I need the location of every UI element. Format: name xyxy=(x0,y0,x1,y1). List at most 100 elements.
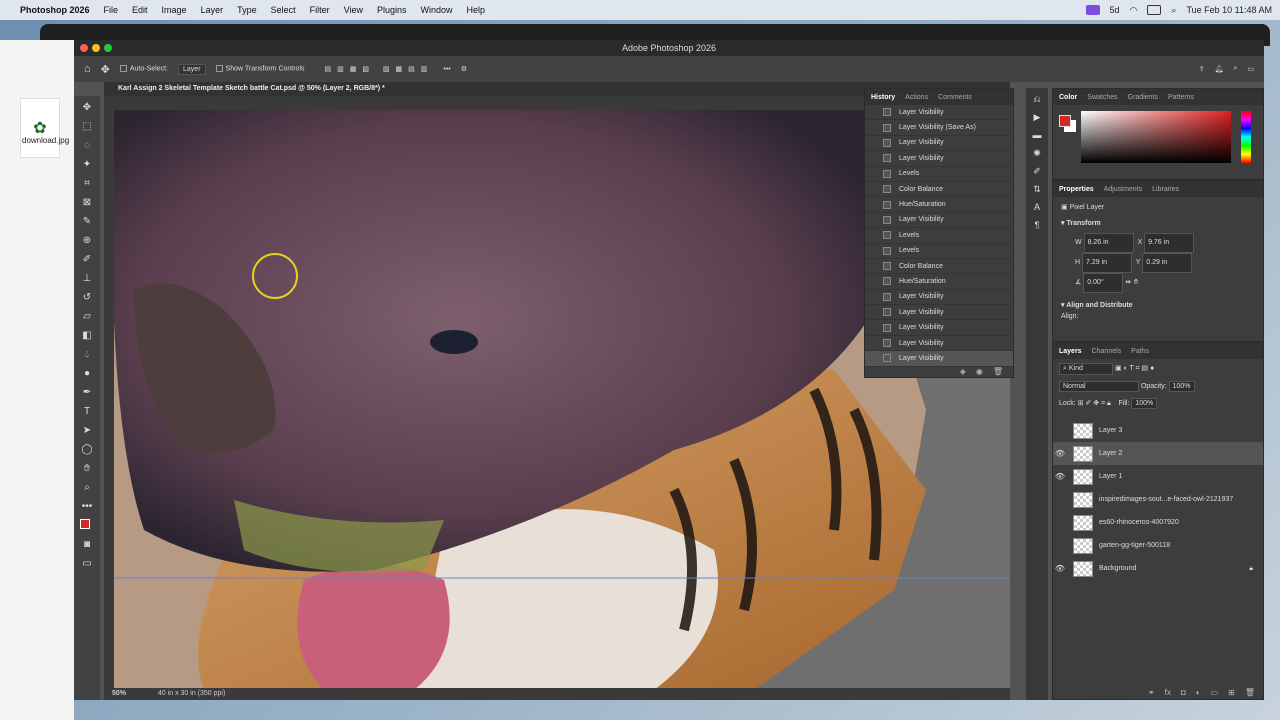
search-icon[interactable]: ⌕ xyxy=(1233,65,1237,73)
delete-layer-icon[interactable]: 🗑︎ xyxy=(1245,688,1255,697)
align-distribute-heading[interactable]: ▾ Align and Distribute xyxy=(1061,301,1255,309)
link-layers-icon[interactable]: ⚭ xyxy=(1148,688,1155,697)
object-select-tool-icon[interactable]: ✦ xyxy=(80,158,94,172)
share-icon[interactable]: ⇪ xyxy=(1199,65,1205,73)
menu-view[interactable]: View xyxy=(344,5,363,15)
close-window-button[interactable] xyxy=(80,44,88,52)
pen-tool-icon[interactable]: ✒ xyxy=(80,386,94,400)
auto-select-dropdown[interactable]: Layer xyxy=(178,63,206,75)
color-field[interactable] xyxy=(1081,111,1231,163)
brush-tool-icon[interactable]: ✐ xyxy=(80,253,94,267)
path-select-icon[interactable]: ➤ xyxy=(80,424,94,438)
marquee-tool-icon[interactable]: ⬚ xyxy=(80,120,94,134)
clone-stamp-icon[interactable]: ⊥ xyxy=(80,272,94,286)
history-item[interactable]: Color Balance xyxy=(865,259,1013,275)
clock[interactable]: Tue Feb 10 11:48 AM xyxy=(1186,5,1272,15)
history-item[interactable]: Layer Visibility xyxy=(865,305,1013,321)
y-field[interactable]: 0.29 in xyxy=(1142,253,1193,273)
screen-mode-icon[interactable]: ▭ xyxy=(80,557,94,571)
search-spotlight-icon[interactable]: ⌕ xyxy=(1171,5,1176,16)
notification-bell-icon[interactable]: 🔔︎ xyxy=(1215,65,1224,73)
lock-icons[interactable]: ⊞ ✐ ✥ ⌗ 🔒︎ xyxy=(1078,400,1111,407)
comments-icon[interactable]: ▬ xyxy=(1030,130,1044,142)
angle-field[interactable]: 0.00° xyxy=(1083,273,1124,293)
menu-window[interactable]: Window xyxy=(421,5,453,15)
more-options-icon[interactable]: ••• xyxy=(443,66,450,73)
transform-heading[interactable]: ▾ Transform xyxy=(1061,219,1255,227)
history-item[interactable]: Layer Visibility (Save As) xyxy=(865,120,1013,136)
crop-tool-icon[interactable]: ⌗ xyxy=(80,177,94,191)
adjustment-layer-icon[interactable]: ◐ xyxy=(1196,688,1201,697)
brush-settings-icon[interactable]: ✐ xyxy=(1030,166,1044,178)
menu-image[interactable]: Image xyxy=(162,5,187,15)
show-transform-checkbox[interactable] xyxy=(215,65,223,73)
zoom-window-button[interactable] xyxy=(104,44,112,52)
menu-plugins[interactable]: Plugins xyxy=(377,5,407,15)
menu-help[interactable]: Help xyxy=(467,5,486,15)
blend-mode-dropdown[interactable]: Normal xyxy=(1059,381,1139,392)
history-item[interactable]: Hue/Saturation xyxy=(865,197,1013,213)
kind-filter-dropdown[interactable]: ⌕ Kind xyxy=(1059,363,1113,375)
adjust-icon[interactable]: ⇅ xyxy=(1030,184,1044,196)
history-item[interactable]: Layer Visibility xyxy=(865,105,1013,121)
auto-select-checkbox[interactable] xyxy=(119,65,127,73)
zoom-level[interactable]: 50% xyxy=(112,690,126,697)
flip-horizontal-icon[interactable]: ⇹ xyxy=(1125,279,1131,286)
menu-edit[interactable]: Edit xyxy=(132,5,148,15)
more-tools-icon[interactable]: ••• xyxy=(80,500,94,514)
history-item[interactable]: Layer Visibility xyxy=(865,351,1013,367)
trash-icon[interactable]: 🗑︎ xyxy=(993,367,1003,381)
move-tool-icon[interactable]: ✥ xyxy=(101,63,110,76)
blur-tool-icon[interactable]: 💧︎ xyxy=(80,348,94,362)
color-swatches[interactable] xyxy=(80,519,95,534)
menu-layer[interactable]: Layer xyxy=(201,5,224,15)
gradient-tool-icon[interactable]: ◧ xyxy=(80,329,94,343)
fill-field[interactable]: 100% xyxy=(1131,398,1158,409)
new-snapshot-icon[interactable]: ◈ xyxy=(960,367,966,381)
eyedropper-tool-icon[interactable]: ✎ xyxy=(80,215,94,229)
align-icons[interactable]: ▤▥▦▧ ▨▩▤▥ xyxy=(325,65,434,73)
visibility-eye-icon[interactable]: 👁︎ xyxy=(1053,472,1067,481)
menu-file[interactable]: File xyxy=(104,5,119,15)
width-field[interactable]: 8.26 in xyxy=(1083,233,1134,253)
healing-brush-icon[interactable]: ⊕ xyxy=(80,234,94,248)
tab-gradients[interactable]: Gradients xyxy=(1128,94,1158,101)
history-item[interactable]: Levels xyxy=(865,228,1013,244)
color-panel-fg-swatch[interactable] xyxy=(1059,115,1071,127)
history-item[interactable]: Layer Visibility xyxy=(865,336,1013,352)
menu-select[interactable]: Select xyxy=(271,5,296,15)
frame-tool-icon[interactable]: ⊠ xyxy=(80,196,94,210)
tab-paths[interactable]: Paths xyxy=(1131,348,1149,355)
lasso-tool-icon[interactable]: ◌ xyxy=(80,139,94,153)
layer-row[interactable]: 👁︎ Layer 1 xyxy=(1053,465,1263,488)
hue-slider[interactable] xyxy=(1241,111,1251,163)
workspace-icon[interactable]: ▭ xyxy=(1247,65,1254,73)
ellipse-tool-icon[interactable]: ◯ xyxy=(80,443,94,457)
layer-row[interactable]: 👁︎ Layer 2 xyxy=(1053,442,1263,465)
new-layer-icon[interactable]: ⊞ xyxy=(1228,688,1235,697)
flip-vertical-icon[interactable]: ⤊ xyxy=(1133,279,1139,286)
download-label[interactable]: download.jpg xyxy=(22,136,69,145)
history-item[interactable]: Layer Visibility xyxy=(865,213,1013,229)
history-brush-icon[interactable]: ↺ xyxy=(80,291,94,305)
history-item[interactable]: Color Balance xyxy=(865,182,1013,198)
add-mask-icon[interactable]: ◘ xyxy=(1181,688,1186,697)
sun-icon[interactable]: ✺ xyxy=(1030,148,1044,160)
new-group-icon[interactable]: ▭ xyxy=(1211,688,1219,697)
tab-history[interactable]: History xyxy=(871,94,895,101)
zoom-tool-icon[interactable]: ⌕ xyxy=(80,481,94,495)
quick-mask-icon[interactable]: ◙ xyxy=(80,538,94,552)
opacity-field[interactable]: 100% xyxy=(1168,381,1195,392)
countdown-text[interactable]: 5d xyxy=(1110,5,1120,15)
tab-adjustments[interactable]: Adjustments xyxy=(1104,186,1143,193)
layer-row[interactable]: es60-rhinoceros-4007920 xyxy=(1053,511,1263,534)
tab-layers[interactable]: Layers xyxy=(1059,348,1082,355)
screen-record-icon[interactable] xyxy=(1085,5,1100,15)
dodge-tool-icon[interactable]: ● xyxy=(80,367,94,381)
tab-patterns[interactable]: Patterns xyxy=(1168,94,1194,101)
tab-color[interactable]: Color xyxy=(1059,94,1077,101)
fx-icon[interactable]: fx xyxy=(1165,688,1171,697)
app-name-menu[interactable]: Photoshop 2026 xyxy=(20,5,90,15)
history-item[interactable]: Layer Visibility xyxy=(865,136,1013,152)
visibility-eye-icon[interactable]: 👁︎ xyxy=(1053,449,1067,458)
